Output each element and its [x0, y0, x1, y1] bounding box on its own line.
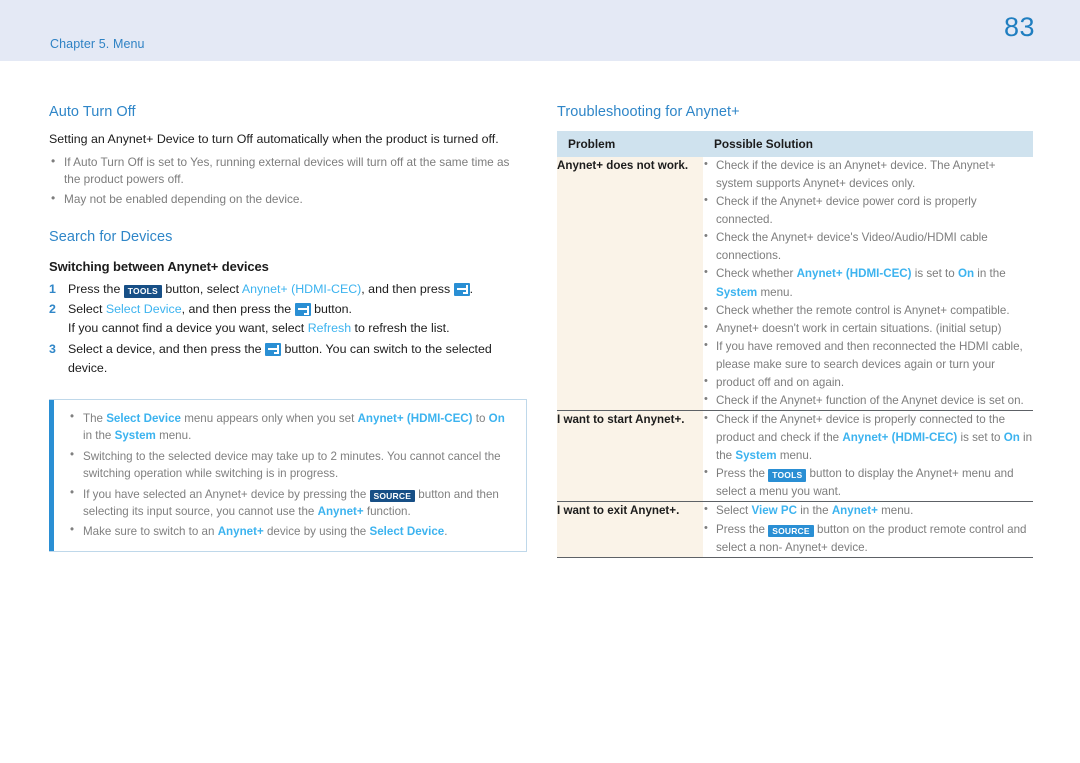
inline-menu-term: Select Device — [105, 302, 182, 317]
step-number: 2 — [49, 302, 56, 317]
remote-key-enter-icon — [453, 282, 470, 296]
solution-item: Check the Anynet+ device's Video/Audio/H… — [703, 228, 1033, 265]
table-row: I want to start Anynet+.Check if the Any… — [557, 410, 1033, 503]
col-header-problem: Problem — [557, 131, 703, 157]
numbered-steps: 1 Press the TOOLS button, select Anynet+ … — [49, 280, 527, 378]
cell-problem: I want to start Anynet+. — [557, 410, 703, 503]
inline-menu-term: On — [1003, 431, 1020, 445]
remote-key-tools-icon: TOOLS — [768, 469, 807, 482]
solution-item: Press the TOOLS button to display the An… — [703, 464, 1033, 501]
inline-menu-term: Select Device — [369, 525, 445, 539]
remote-key-enter-icon — [294, 303, 311, 317]
solution-list: Check if the device is an Anynet+ device… — [703, 156, 1033, 410]
inline-menu-term: Anynet+ — [217, 525, 264, 539]
remote-key-source-icon: SOURCE — [768, 524, 814, 538]
step-number: 1 — [49, 281, 56, 296]
list-item: May not be enabled depending on the devi… — [49, 190, 527, 208]
inline-menu-term: Anynet+ (HDMI-CEC) — [357, 412, 473, 426]
inline-menu-term: View PC — [751, 504, 797, 518]
step-item: 3 Select a device, and then press the but… — [49, 341, 492, 375]
solution-item: Check if the Anynet+ device is properly … — [703, 410, 1033, 465]
solution-item: Check whether the remote control is Anyn… — [703, 301, 1033, 320]
breadcrumb-chapter: Chapter 5. Menu — [50, 37, 145, 51]
solution-item: Anynet+ doesn't work in certain situatio… — [703, 319, 1033, 338]
step-item: 1 Press the TOOLS button, select Anynet+ … — [49, 280, 527, 299]
inline-menu-term: Anynet+ (HDMI-CEC) — [796, 267, 912, 281]
inline-menu-term: Anynet+ — [317, 505, 364, 519]
inline-menu-term: System — [735, 449, 777, 463]
note-item: The Select Device menu appears only when… — [69, 409, 514, 445]
note-item: Switching to the selected device may tak… — [69, 447, 514, 483]
auto-turn-off-intro: Setting an Anynet+ Device to turn Off au… — [49, 132, 499, 146]
inline-menu-term: Anynet+ (HDMI-CEC) — [842, 431, 958, 445]
inline-menu-term: Anynet+ — [831, 504, 878, 518]
inline-menu-term: System — [716, 285, 758, 299]
section-title-troubleshooting: Troubleshooting for Anynet+ — [557, 104, 740, 120]
subsection-title-switching: Switching between Anynet+ devices — [49, 258, 269, 274]
solution-item: Check whether Anynet+ (HDMI-CEC) is set … — [703, 264, 1033, 301]
solution-list: Check if the Anynet+ device is properly … — [703, 410, 1033, 501]
table-row: Anynet+ does not work.Check if the devic… — [557, 156, 1033, 412]
inline-menu-term: On — [957, 267, 975, 281]
cell-solution: Check if the device is an Anynet+ device… — [703, 156, 1033, 412]
page-number: 83 — [1003, 12, 1035, 42]
col-header-solution: Possible Solution — [703, 131, 1033, 157]
table-row: I want to exit Anynet+.Select View PC in… — [557, 501, 1033, 558]
note-box-list: The Select Device menu appears only when… — [69, 409, 514, 541]
section-title-auto-turn-off: Auto Turn Off — [49, 104, 136, 120]
inline-menu-term: Refresh — [307, 321, 352, 336]
inline-menu-term: On — [488, 412, 505, 426]
table-head: Problem Possible Solution — [557, 131, 1033, 157]
step-sub-line: If you cannot find a device you want, se… — [68, 321, 450, 336]
document-page: Chapter 5. Menu 83 Auto Turn Off Setting… — [0, 0, 1080, 763]
cell-solution: Check if the Anynet+ device is properly … — [703, 410, 1033, 503]
solution-item: Press the SOURCE button on the product r… — [703, 520, 1033, 557]
inline-menu-term: System — [114, 429, 156, 443]
left-column: Auto Turn Off Setting an Anynet+ Device … — [49, 104, 527, 552]
solution-list: Select View PC in the Anynet+ menu.Press… — [703, 501, 1033, 557]
table-body: Anynet+ does not work.Check if the devic… — [557, 156, 1033, 558]
note-item: Make sure to switch to an Anynet+ device… — [69, 522, 514, 540]
auto-turn-off-bullets: If Auto Turn Off is set to Yes, running … — [49, 153, 527, 208]
troubleshooting-table: Problem Possible Solution Anynet+ does n… — [557, 131, 1033, 558]
note-box: The Select Device menu appears only when… — [49, 399, 527, 552]
step-number: 3 — [49, 341, 56, 356]
remote-key-enter-icon — [265, 342, 281, 356]
cell-problem: I want to exit Anynet+. — [557, 501, 703, 558]
list-item: If Auto Turn Off is set to Yes, running … — [49, 153, 527, 189]
step-item: 2 Select Select Device, and then press th… — [49, 300, 527, 338]
page-header-band — [0, 0, 1080, 61]
note-item: If you have selected an Anynet+ device b… — [69, 485, 514, 521]
solution-item: Check if the Anynet+ device power cord i… — [703, 192, 1033, 229]
remote-key-tools-icon: TOOLS — [123, 284, 162, 298]
table-header-row: Problem Possible Solution — [557, 131, 1033, 157]
inline-menu-term: Anynet+ (HDMI-CEC) — [241, 281, 362, 296]
solution-item: If you have removed and then reconnected… — [703, 337, 1033, 374]
remote-key-source-icon: SOURCE — [369, 489, 416, 503]
cell-solution: Select View PC in the Anynet+ menu.Press… — [703, 501, 1033, 558]
solution-item: product off and on again. — [703, 373, 1033, 392]
right-column: Troubleshooting for Anynet+ Problem Poss… — [557, 104, 1033, 558]
section-title-search-for-devices: Search for Devices — [49, 228, 173, 245]
solution-item: Check if the Anynet+ function of the Any… — [703, 391, 1033, 410]
solution-item: Select View PC in the Anynet+ menu. — [703, 501, 1033, 520]
solution-item: Check if the device is an Anynet+ device… — [703, 156, 1033, 193]
inline-menu-term: Select Device — [106, 412, 181, 426]
cell-problem: Anynet+ does not work. — [557, 157, 703, 412]
